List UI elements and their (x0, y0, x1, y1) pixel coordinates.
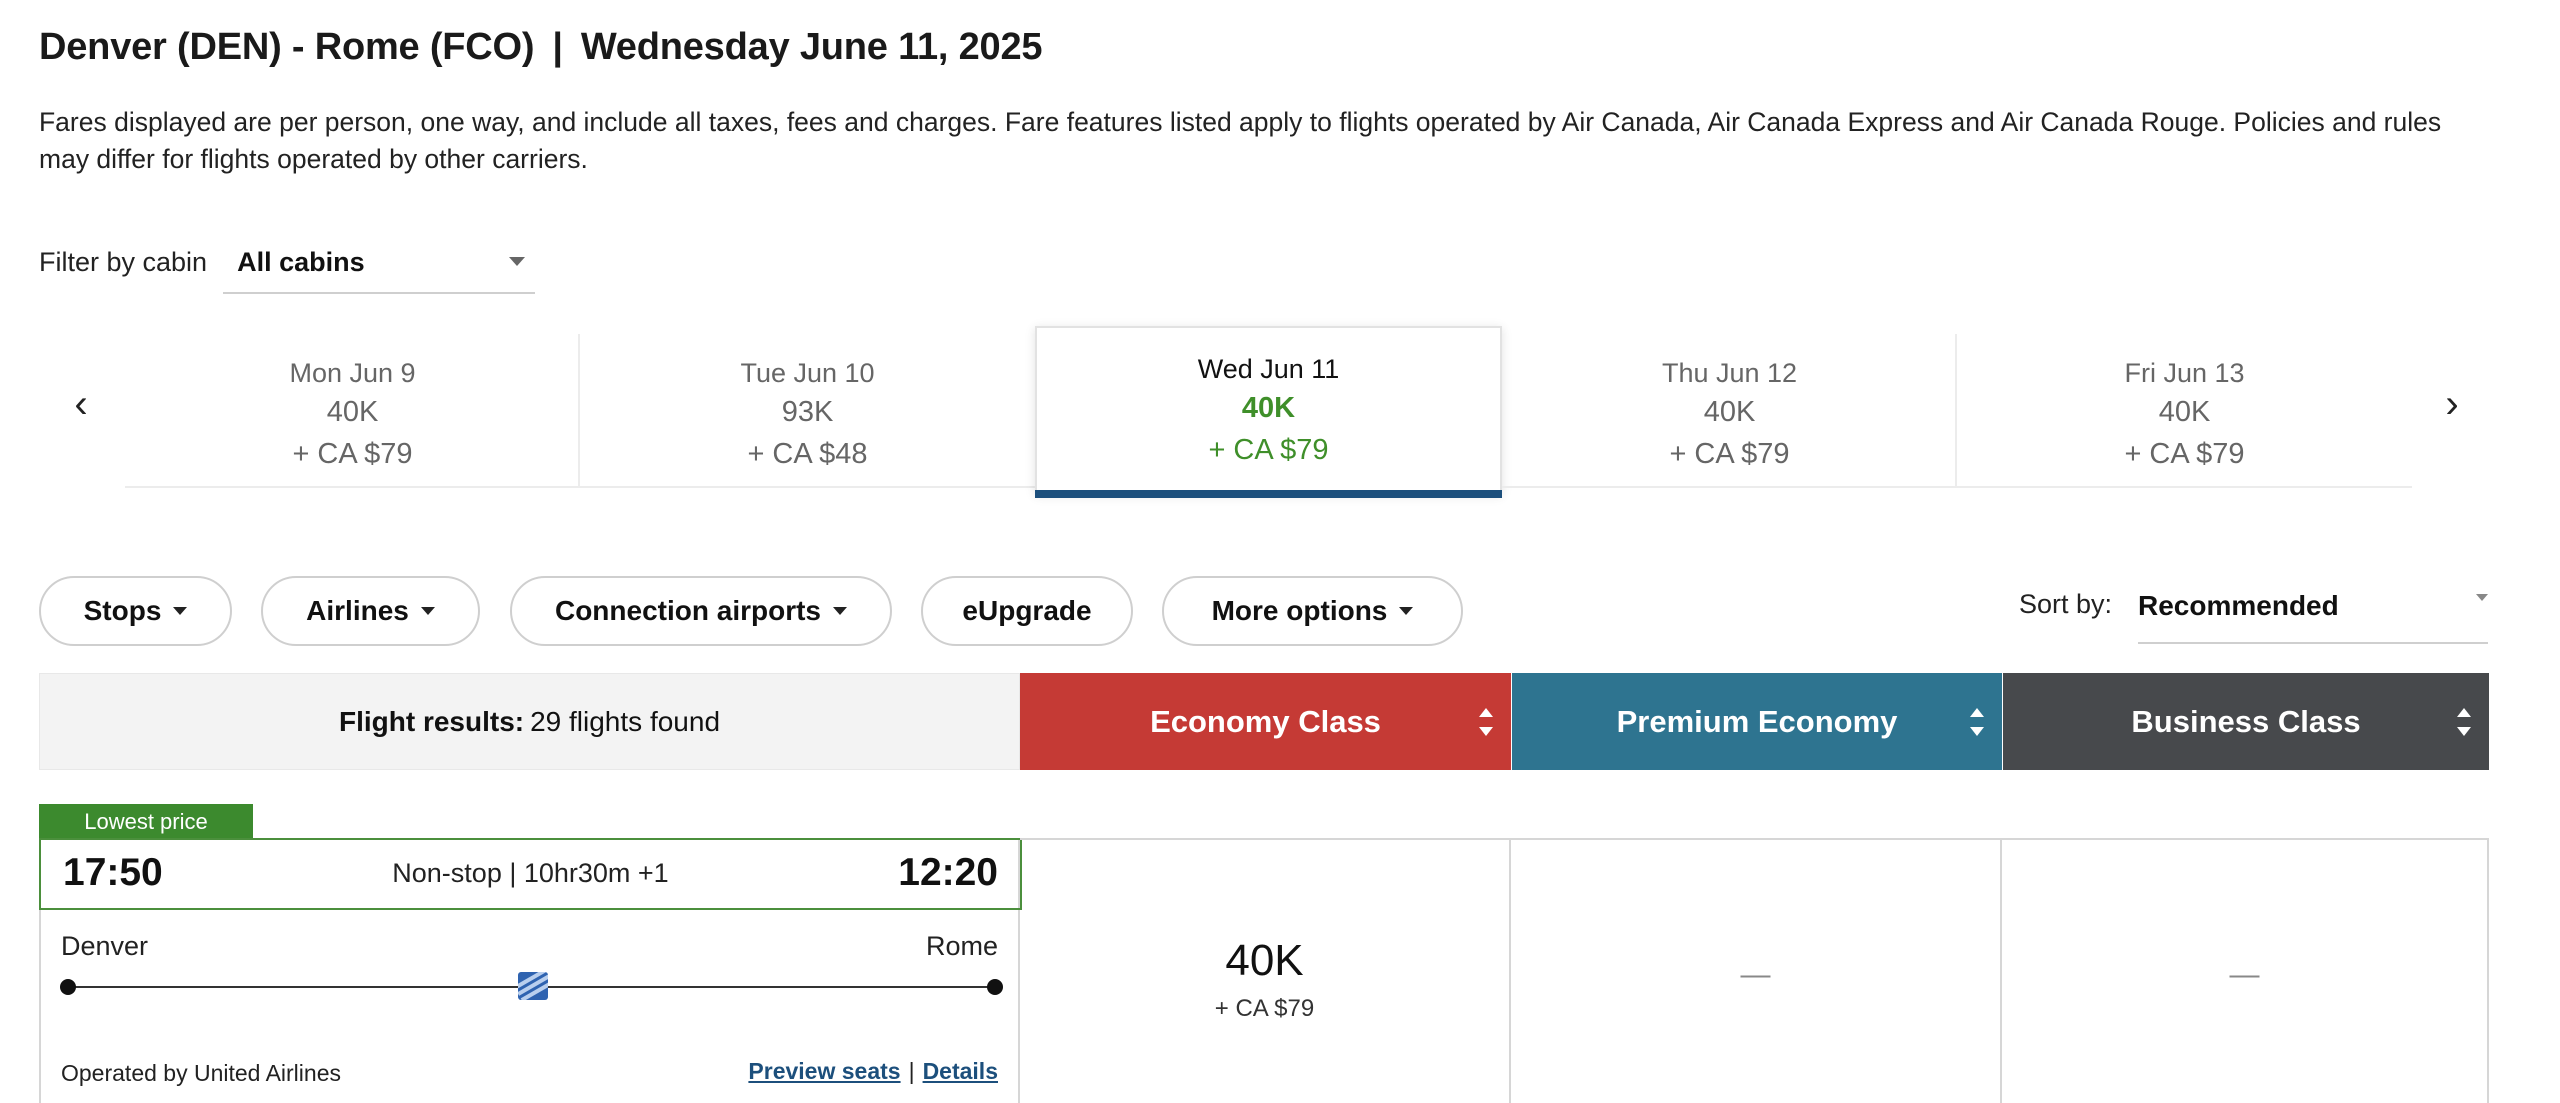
premium-economy-fare-unavailable: — (1740, 958, 1771, 991)
date-option-points: 40K (2158, 396, 2211, 428)
flight-summary[interactable]: 17:50 Non-stop | 10hr30m +1 12:20 (39, 838, 1022, 910)
connection-airports-filter-button[interactable]: Connection airports (510, 576, 892, 646)
page-title: Denver (DEN) - Rome (FCO) | Wednesday June… (39, 26, 1043, 69)
flight-duration: Non-stop | 10hr30m +1 (392, 858, 669, 888)
origin-city: Denver (61, 931, 149, 961)
date-option-day: Thu Jun 12 (1661, 358, 1798, 388)
date-option[interactable]: Tue Jun 10 93K + CA $48 (580, 334, 1035, 488)
date-option[interactable]: Mon Jun 9 40K + CA $79 (125, 334, 580, 488)
sort-label: Sort by: (2019, 589, 2113, 619)
date-option-day: Tue Jun 10 (740, 358, 875, 388)
more-options-label: More options (1211, 595, 1388, 626)
date-option-cash: + CA $79 (1669, 438, 1790, 470)
business-fare-unavailable: — (2229, 958, 2260, 991)
sort-select[interactable]: Recommended (2138, 580, 2488, 644)
date-option[interactable]: Fri Jun 13 40K + CA $79 (1957, 334, 2412, 488)
chevron-right-icon[interactable]: › (2432, 382, 2472, 426)
date-option-points: 40K (1241, 392, 1296, 424)
airlines-filter-label: Airlines (306, 595, 409, 626)
date-option-points: 40K (1703, 396, 1756, 428)
caret-down-icon (1399, 607, 1414, 615)
stops-filter-button[interactable]: Stops (39, 576, 232, 646)
economy-fare-cash: + CA $79 (1214, 995, 1315, 1022)
eupgrade-filter-label: eUpgrade (962, 595, 1092, 626)
preview-seats-link[interactable]: Preview seats (748, 1058, 900, 1084)
more-options-button[interactable]: More options (1162, 576, 1463, 646)
economy-class-label: Economy Class (1150, 703, 1381, 739)
chevron-left-icon[interactable]: ‹ (61, 382, 101, 426)
arrival-time: 12:20 (898, 851, 998, 894)
title-separator: | (552, 26, 563, 68)
lowest-price-badge: Lowest price (39, 804, 253, 839)
economy-fare-points: 40K (1225, 936, 1304, 985)
cabin-filter-label: Filter by cabin (39, 247, 208, 277)
connection-airports-filter-label: Connection airports (554, 595, 821, 626)
date-option-selected[interactable]: Wed Jun 11 40K + CA $79 (1035, 326, 1502, 498)
date-option-day: Wed Jun 11 (1197, 354, 1340, 384)
chevron-down-icon (2476, 594, 2488, 601)
cabin-filter: Filter by cabin All cabins (39, 240, 536, 294)
stops-filter-label: Stops (83, 595, 162, 626)
link-separator: | (908, 1058, 915, 1084)
results-header: Flight results: 29 flights found Economy… (39, 673, 2489, 770)
date-option-points: 40K (326, 396, 379, 428)
cabin-filter-value: All cabins (237, 247, 365, 277)
caret-down-icon (173, 607, 188, 615)
date-option-day: Fri Jun 13 (2124, 358, 2245, 388)
date-option-cash: + CA $79 (292, 438, 413, 470)
sort-arrows-icon (2457, 708, 2471, 736)
date-option-points: 93K (781, 396, 834, 428)
sort-value: Recommended (2138, 590, 2339, 621)
premium-economy-sort-button[interactable]: Premium Economy (1512, 673, 2002, 770)
business-class-label: Business Class (2131, 703, 2361, 739)
details-link[interactable]: Details (923, 1058, 998, 1084)
selected-date-indicator (1035, 490, 1502, 498)
destination-city: Rome (925, 931, 998, 961)
cabin-filter-select[interactable]: All cabins (223, 240, 536, 294)
date-option[interactable]: Thu Jun 12 40K + CA $79 (1502, 334, 1957, 488)
united-airlines-logo-icon (518, 972, 548, 1000)
caret-down-icon (420, 607, 435, 615)
date-option-cash: + CA $48 (747, 438, 868, 470)
airlines-filter-button[interactable]: Airlines (261, 576, 480, 646)
flight-results-summary: Flight results: 29 flights found (39, 673, 1020, 770)
caret-down-icon (833, 607, 847, 615)
premium-economy-fare-cell: — (1511, 838, 2002, 1103)
economy-class-sort-button[interactable]: Economy Class (1020, 673, 1511, 770)
date-option-cash: + CA $79 (2124, 438, 2245, 470)
premium-economy-label: Premium Economy (1616, 703, 1898, 739)
results-count: 29 flights found (530, 705, 721, 737)
operated-by: Operated by United Airlines (61, 1060, 341, 1086)
business-class-sort-button[interactable]: Business Class (2003, 673, 2489, 770)
flight-links: Preview seats | Details (748, 1058, 998, 1085)
route-text: Denver (DEN) - Rome (FCO) (39, 26, 535, 68)
eupgrade-filter-button[interactable]: eUpgrade (921, 576, 1133, 646)
business-fare-cell: — (2002, 838, 2489, 1103)
destination-dot (987, 979, 1003, 995)
results-label: Flight results: (338, 705, 525, 737)
economy-fare-cell[interactable]: 40K + CA $79 (1020, 838, 1511, 1103)
sort-arrows-icon (1970, 708, 1984, 736)
fare-disclaimer: Fares displayed are per person, one way,… (39, 107, 2442, 174)
date-carousel: ‹ Mon Jun 9 40K + CA $79 Tue Jun 10 93K … (0, 326, 2560, 498)
origin-dot (60, 979, 76, 995)
date-option-day: Mon Jun 9 (289, 358, 416, 388)
chevron-down-icon (509, 257, 526, 266)
sort-arrows-icon (1479, 708, 1493, 736)
travel-date: Wednesday June 11, 2025 (580, 26, 1043, 68)
flight-card: 17:50 Non-stop | 10hr30m +1 12:20 Denver… (39, 838, 1022, 1103)
date-option-cash: + CA $79 (1208, 434, 1329, 466)
